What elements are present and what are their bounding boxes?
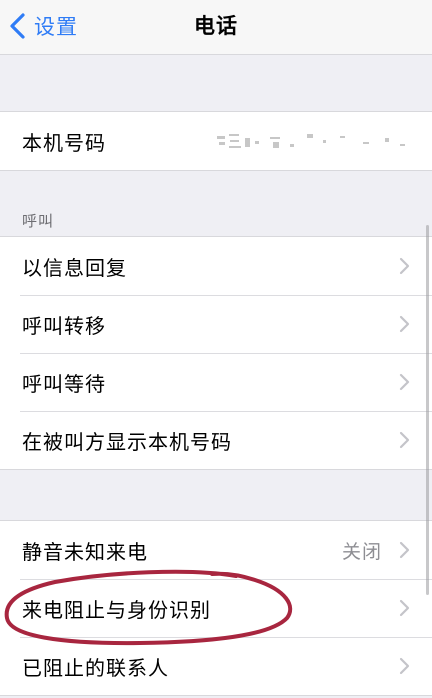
chevron-right-icon [399, 431, 410, 449]
call-forwarding-label: 呼叫转移 [22, 313, 106, 338]
scroll-indicator [426, 225, 429, 595]
call-waiting-row[interactable]: 呼叫等待 [0, 353, 432, 411]
show-caller-id-row[interactable]: 在被叫方显示本机号码 [0, 411, 432, 469]
page-title: 电话 [194, 14, 238, 38]
blocked-contacts-row[interactable]: 已阻止的联系人 [0, 637, 432, 695]
respond-with-text-row[interactable]: 以信息回复 [0, 237, 432, 295]
blocking-group: 静音未知来电 关闭 来电阻止与身份识别 已阻止的联系人 [0, 520, 432, 696]
calls-group: 以信息回复 呼叫转移 呼叫等待 在被叫方显示本机号码 [0, 236, 432, 470]
chevron-right-icon [399, 257, 410, 275]
navigation-bar: 设置 电话 [0, 0, 432, 55]
chevron-right-icon [399, 657, 410, 675]
silence-unknown-callers-label: 静音未知来电 [22, 539, 148, 564]
blocked-contacts-label: 已阻止的联系人 [22, 655, 169, 680]
respond-with-text-label: 以信息回复 [22, 255, 127, 280]
chevron-right-icon [399, 541, 410, 559]
chevron-right-icon [399, 599, 410, 617]
call-blocking-identification-label: 来电阻止与身份识别 [22, 597, 211, 622]
show-caller-id-label: 在被叫方显示本机号码 [22, 429, 232, 454]
calls-section-header: 呼叫 [22, 212, 55, 230]
call-waiting-label: 呼叫等待 [22, 371, 106, 396]
call-forwarding-row[interactable]: 呼叫转移 [0, 295, 432, 353]
silence-unknown-callers-value: 关闭 [341, 540, 382, 563]
chevron-right-icon [399, 373, 410, 391]
silence-unknown-callers-row[interactable]: 静音未知来电 关闭 [0, 521, 432, 579]
my-number-label: 本机号码 [22, 130, 106, 155]
call-blocking-identification-row[interactable]: 来电阻止与身份识别 [0, 579, 432, 637]
obscured-phone-number [217, 134, 405, 148]
chevron-right-icon [399, 315, 410, 333]
